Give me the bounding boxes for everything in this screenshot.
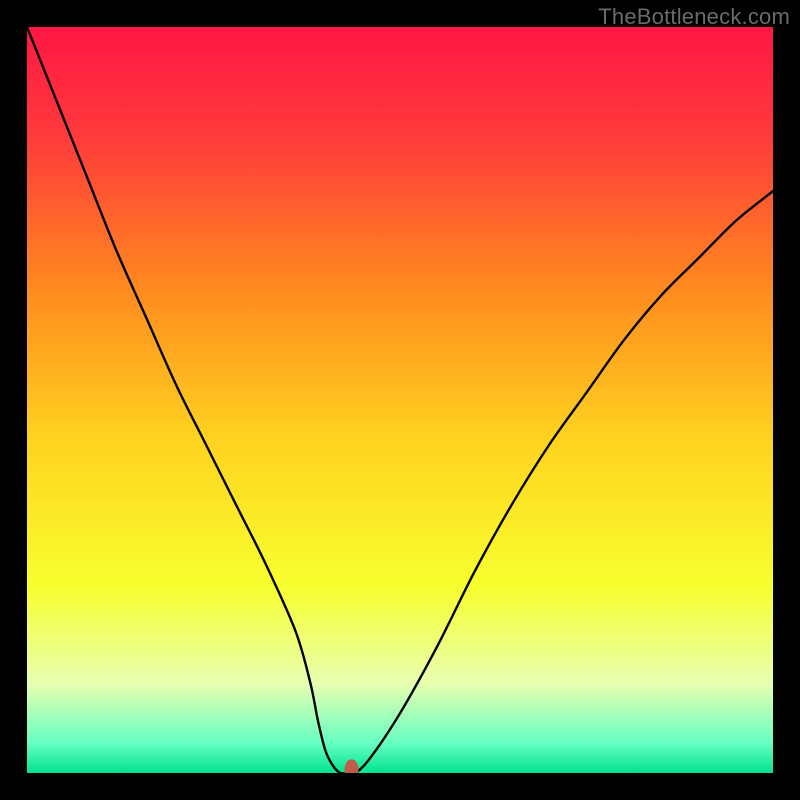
gradient-background bbox=[27, 27, 773, 773]
chart-frame bbox=[27, 27, 773, 773]
bottleneck-chart bbox=[27, 27, 773, 773]
watermark-text: TheBottleneck.com bbox=[598, 4, 790, 30]
